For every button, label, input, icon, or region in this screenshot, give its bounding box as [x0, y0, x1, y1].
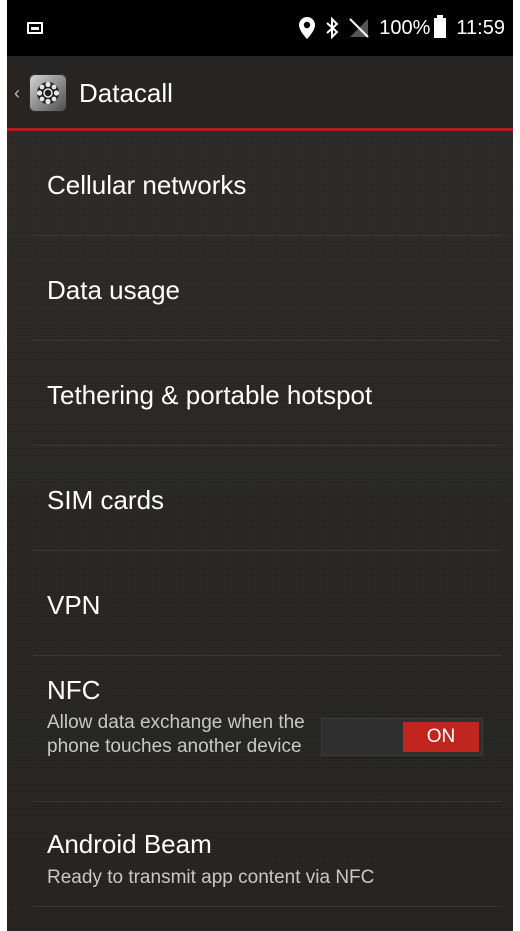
list-item-cellular-networks[interactable]: Cellular networks [7, 131, 513, 236]
page-title: Datacall [79, 78, 173, 108]
clock: 11:59 [456, 16, 505, 39]
list-item-vpn[interactable]: VPN [7, 551, 513, 656]
settings-gear-icon[interactable] [29, 74, 67, 112]
list-item-tethering[interactable]: Tethering & portable hotspot [7, 341, 513, 446]
nfc-toggle[interactable]: ON [321, 718, 483, 756]
location-pin-icon [299, 17, 316, 39]
list-item-title: SIM cards [47, 485, 165, 515]
list-item-title: NFC [47, 675, 101, 705]
settings-list: Cellular networks Data usage Tethering &… [7, 131, 513, 907]
list-item-title: VPN [47, 590, 101, 620]
list-item-sim-cards[interactable]: SIM cards [7, 446, 513, 551]
bluetooth-icon [325, 17, 339, 39]
nfc-toggle-state: ON [403, 722, 479, 752]
up-navigation-icon[interactable]: ‹ [14, 84, 20, 102]
action-bar[interactable]: ‹ Datacall [7, 56, 513, 130]
list-item-title: Data usage [47, 275, 180, 305]
list-item-android-beam[interactable]: Android Beam Ready to transmit app conte… [7, 802, 513, 907]
status-bar: 100% 11:59 [7, 0, 513, 56]
list-item-title: Android Beam [47, 829, 212, 859]
no-sim-icon [349, 18, 369, 38]
battery-full-icon [434, 15, 447, 38]
battery-percent: 100% [379, 16, 431, 39]
phone-screen: 100% 11:59 ‹ Datacall Cellular networks … [7, 0, 513, 931]
image-notification-icon [27, 22, 43, 34]
list-item-nfc[interactable]: NFC Allow data exchange when the phone t… [7, 656, 513, 802]
list-item-title: Tethering & portable hotspot [47, 380, 373, 410]
list-item-title: Cellular networks [47, 170, 247, 200]
list-item-summary: Ready to transmit app content via NFC [47, 867, 375, 888]
status-icons: 100% 11:59 [299, 15, 505, 40]
list-item-summary: Allow data exchange when the phone touch… [47, 712, 305, 757]
list-item-data-usage[interactable]: Data usage [7, 236, 513, 341]
